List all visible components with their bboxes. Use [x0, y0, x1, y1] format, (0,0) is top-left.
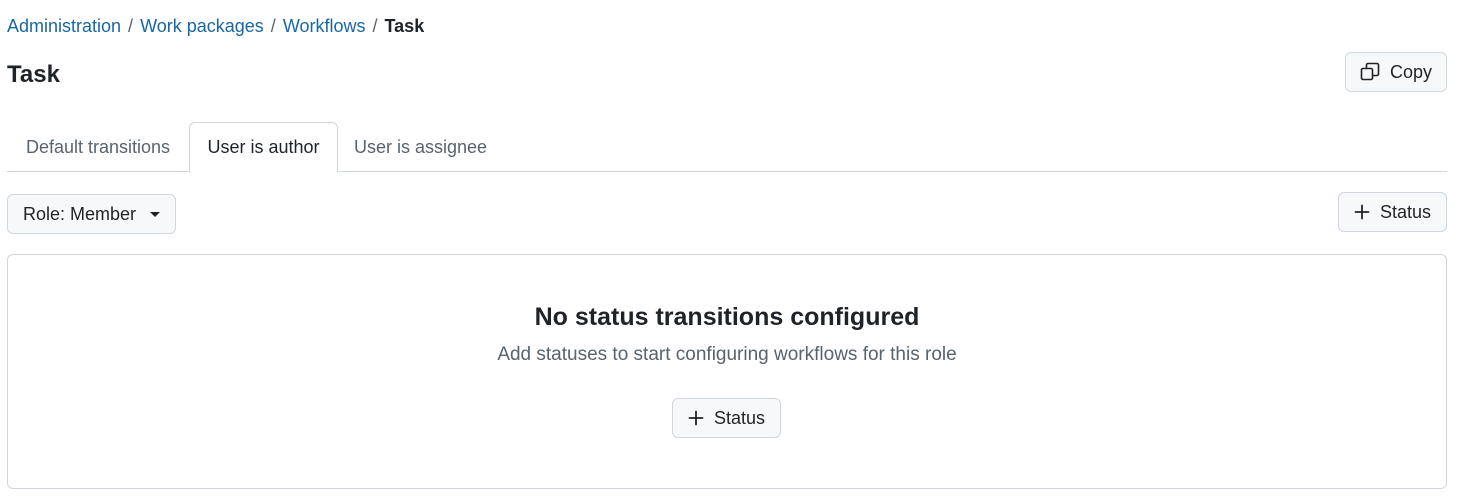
empty-state-panel: No status transitions configured Add sta…: [7, 254, 1447, 489]
plus-icon: [688, 410, 704, 426]
tab-default-transitions[interactable]: Default transitions: [7, 122, 189, 172]
tab-user-is-assignee[interactable]: User is assignee: [338, 122, 503, 172]
copy-button[interactable]: Copy: [1345, 52, 1447, 92]
breadcrumb-separator: /: [372, 16, 378, 36]
empty-state-add-status-button[interactable]: Status: [672, 398, 781, 438]
empty-state-title: No status transitions configured: [534, 303, 920, 331]
workflow-page: Administration / Work packages / Workflo…: [0, 0, 1457, 496]
breadcrumb: Administration / Work packages / Workflo…: [7, 14, 424, 38]
empty-state-description: Add statuses to start configuring workfl…: [497, 344, 957, 365]
role-select-label: Role: Member: [22, 203, 137, 224]
chevron-down-icon: [150, 211, 161, 217]
copy-icon: [1360, 62, 1380, 82]
breadcrumb-link-administration[interactable]: Administration: [7, 14, 121, 38]
add-status-button-label: Status: [1379, 201, 1432, 222]
copy-button-label: Copy: [1389, 61, 1433, 82]
breadcrumb-link-workflows[interactable]: Workflows: [283, 14, 366, 38]
add-status-button[interactable]: Status: [1338, 192, 1447, 232]
breadcrumb-separator: /: [128, 16, 134, 36]
plus-icon: [1354, 204, 1370, 220]
role-select-button[interactable]: Role: Member: [7, 194, 176, 234]
tab-user-is-author[interactable]: User is author: [189, 122, 338, 173]
empty-state-add-status-label: Status: [713, 407, 766, 428]
breadcrumb-separator: /: [270, 16, 276, 36]
breadcrumb-link-work-packages[interactable]: Work packages: [140, 14, 264, 38]
page-title: Task: [7, 61, 60, 88]
breadcrumb-current: Task: [384, 16, 425, 36]
workflow-tabs: Default transitions User is author User …: [7, 122, 1447, 173]
